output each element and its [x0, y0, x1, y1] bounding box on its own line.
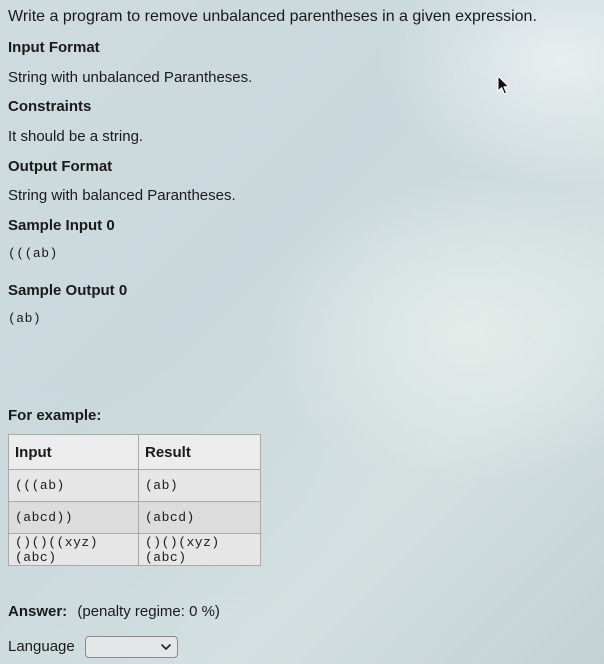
- table-cell-input: (abcd)): [8, 501, 139, 534]
- constraints-heading: Constraints: [8, 98, 92, 115]
- sample-output-text: (ab): [8, 311, 42, 326]
- table-header-row: Input Result: [8, 434, 261, 470]
- input-format-heading: Input Format: [8, 39, 100, 56]
- sample-output-heading: Sample Output 0: [8, 282, 128, 299]
- sample-input-text: (((ab): [8, 246, 58, 261]
- chevron-down-icon: [160, 644, 171, 650]
- answer-row: Answer: (penalty regime: 0 %): [8, 602, 220, 622]
- penalty-text: (penalty regime: 0 %): [77, 603, 220, 620]
- column-header-input: Input: [8, 434, 139, 470]
- table-row: ()()((xyz)(abc) ()()(xyz)(abc): [8, 533, 261, 566]
- language-row: Language: [8, 635, 178, 659]
- example-heading: For example:: [8, 407, 102, 424]
- question-content: Write a program to remove unbalanced par…: [8, 0, 598, 658]
- mouse-pointer-icon: [497, 75, 510, 95]
- output-format-text: String with balanced Parantheses.: [8, 187, 236, 204]
- table-cell-result: ()()(xyz)(abc): [138, 533, 261, 566]
- language-label: Language: [8, 638, 75, 655]
- input-format-text: String with unbalanced Parantheses.: [8, 69, 253, 86]
- table-row: (abcd)) (abcd): [8, 501, 261, 534]
- table-cell-result: (abcd): [138, 501, 261, 534]
- answer-label: Answer:: [8, 603, 68, 620]
- table-cell-input: (((ab): [8, 469, 139, 502]
- output-format-heading: Output Format: [8, 158, 113, 175]
- example-table: Input Result (((ab) (ab) (abcd)) (abcd) …: [8, 434, 261, 566]
- constraints-text: It should be a string.: [8, 128, 144, 145]
- table-row: (((ab) (ab): [8, 469, 261, 502]
- sample-input-heading: Sample Input 0: [8, 217, 115, 234]
- column-header-result: Result: [138, 434, 261, 470]
- problem-statement: Write a program to remove unbalanced par…: [8, 8, 537, 25]
- table-cell-result: (ab): [138, 469, 261, 502]
- language-select[interactable]: [84, 636, 178, 658]
- table-cell-input: ()()((xyz)(abc): [8, 533, 139, 566]
